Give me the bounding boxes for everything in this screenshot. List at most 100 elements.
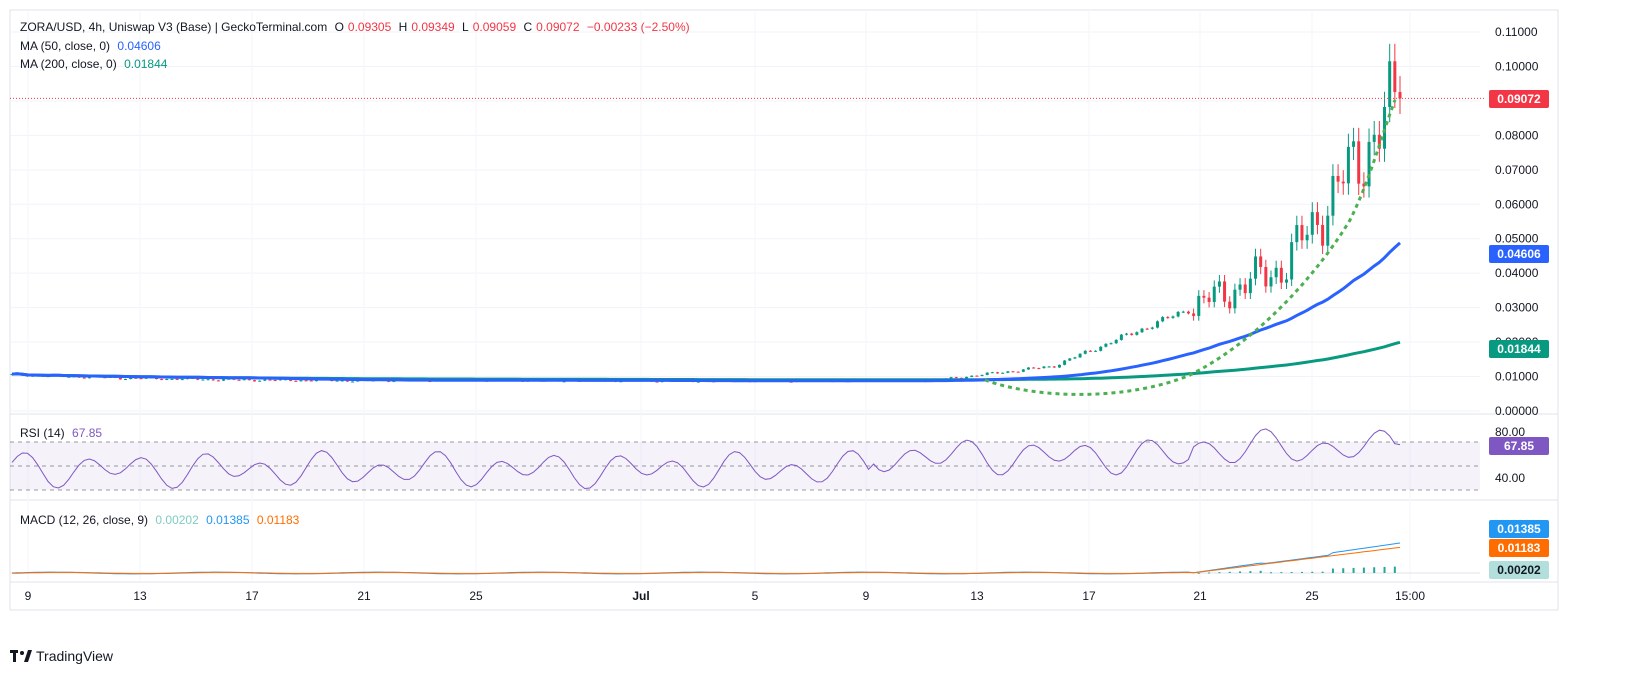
candle-body	[1300, 225, 1304, 241]
candle-body	[1326, 215, 1330, 246]
candle-body	[1305, 234, 1309, 241]
tradingview-logo[interactable]: TradingView	[10, 648, 113, 664]
rsi-value: 67.85	[72, 426, 103, 440]
time-tick-label: 13	[970, 589, 984, 603]
candle-body	[1161, 317, 1165, 322]
macd-legend[interactable]: MACD (12, 26, close, 9) 0.00202 0.01385 …	[20, 512, 303, 528]
candle-body	[1310, 212, 1314, 235]
candle-body	[1166, 317, 1170, 319]
candle-body	[1284, 279, 1288, 283]
candle-body	[949, 377, 953, 379]
macd-histogram-bar	[1321, 571, 1324, 573]
time-tick-label: Jul	[632, 589, 649, 603]
price-tick-label: 0.11000	[1495, 25, 1538, 39]
candle-body	[1068, 358, 1072, 361]
candle-body	[1130, 333, 1134, 335]
candle-body	[1259, 256, 1263, 267]
candle-body	[309, 380, 313, 382]
ma200-price-tag: 0.01844	[1489, 340, 1549, 358]
candle-body	[273, 380, 277, 382]
candle-body	[1388, 61, 1392, 107]
pair-title: ZORA/USD, 4h, Uniswap V3 (Base) | GeckoT…	[20, 20, 328, 34]
price-tick-label: 0.10000	[1495, 59, 1539, 73]
candle-body	[1145, 328, 1149, 330]
chart-container[interactable]: 0.110000.100000.090000.080000.070000.060…	[0, 0, 1637, 676]
candle-body	[1088, 350, 1092, 352]
candle-body	[237, 379, 241, 381]
candle-body	[1357, 141, 1361, 184]
candle-body	[1181, 311, 1185, 313]
ma50-value: 0.04606	[117, 39, 161, 53]
candle-body	[1150, 327, 1154, 329]
macd-histogram-bar	[1331, 568, 1334, 573]
candle-body	[1042, 366, 1046, 369]
candle-body	[1016, 371, 1020, 373]
candle-body	[1315, 212, 1319, 225]
candle-body	[1001, 372, 1005, 374]
change-value: −0.00233 (−2.50%)	[586, 20, 690, 34]
candle-body	[175, 378, 179, 380]
candle-body	[1006, 371, 1010, 373]
candle-body	[216, 380, 220, 382]
candle-body	[1212, 286, 1216, 302]
candle-body	[990, 372, 994, 374]
candle-body	[1295, 225, 1299, 243]
candle-body	[118, 377, 122, 380]
candle-body	[1057, 364, 1061, 368]
price-tick-label: 0.08000	[1495, 128, 1539, 142]
candle-body	[294, 380, 298, 382]
time-tick-label: 25	[469, 589, 483, 603]
candle-body	[1011, 371, 1015, 373]
low-value: 0.09059	[472, 20, 517, 34]
open-label: O	[334, 20, 344, 34]
ma50-legend[interactable]: MA (50, close, 0) 0.04606	[20, 38, 165, 54]
open-value: 0.09305	[347, 20, 392, 34]
ma200-legend[interactable]: MA (200, close, 0) 0.01844	[20, 56, 171, 72]
macd-histogram-bar	[1259, 570, 1262, 573]
candle-body	[1393, 61, 1397, 93]
macd-line-value: 0.01385	[206, 513, 250, 527]
macd-histogram-bar	[1239, 571, 1242, 573]
candle-body	[1021, 369, 1025, 372]
candle-body	[139, 378, 143, 380]
candle-body	[1026, 367, 1030, 370]
candle-body	[980, 374, 984, 376]
macd-histogram-bar	[1270, 572, 1273, 574]
candle-body	[1052, 366, 1056, 368]
candle-body	[1346, 146, 1350, 184]
rsi-legend[interactable]: RSI (14) 67.85	[20, 425, 106, 441]
candle-body	[1176, 311, 1180, 317]
time-tick-label: 17	[245, 589, 259, 603]
price-tick-label: 0.05000	[1495, 232, 1539, 246]
candle-body	[180, 379, 184, 381]
candle-body	[1243, 284, 1247, 294]
candle-body	[1094, 350, 1098, 352]
macd-histogram-bar	[1290, 572, 1293, 574]
candle-body	[1202, 295, 1206, 298]
macd-histogram-bar	[1342, 568, 1345, 573]
price-tick-label: 0.04000	[1495, 266, 1539, 280]
macd-histogram-bar	[1218, 572, 1221, 574]
macd-histogram-bar	[1311, 571, 1314, 573]
time-tick-label: 15:00	[1395, 589, 1425, 603]
candle-body	[1073, 357, 1077, 359]
macd-signal-line	[11, 546, 1401, 575]
macd-label: MACD (12, 26, close, 9)	[20, 513, 149, 527]
candle-body	[970, 375, 974, 377]
candle-body	[1155, 321, 1159, 328]
ma200-value: 0.01844	[124, 57, 168, 71]
candle-body	[1114, 339, 1118, 344]
candle-body	[1197, 295, 1201, 316]
candle-body	[1367, 141, 1371, 187]
candle-body	[206, 379, 210, 381]
macd-histogram-bar	[1393, 566, 1396, 573]
candle-body	[1125, 333, 1129, 335]
time-tick-label: 21	[357, 589, 371, 603]
price-tick-label: 0.07000	[1495, 163, 1539, 177]
candle-body	[1331, 175, 1335, 216]
candle-body	[1238, 284, 1242, 290]
candle-body	[1290, 242, 1294, 280]
candle-body	[1321, 224, 1325, 246]
chart-canvas[interactable]: 0.110000.100000.090000.080000.070000.060…	[0, 0, 1637, 676]
candle-body	[1217, 281, 1221, 287]
